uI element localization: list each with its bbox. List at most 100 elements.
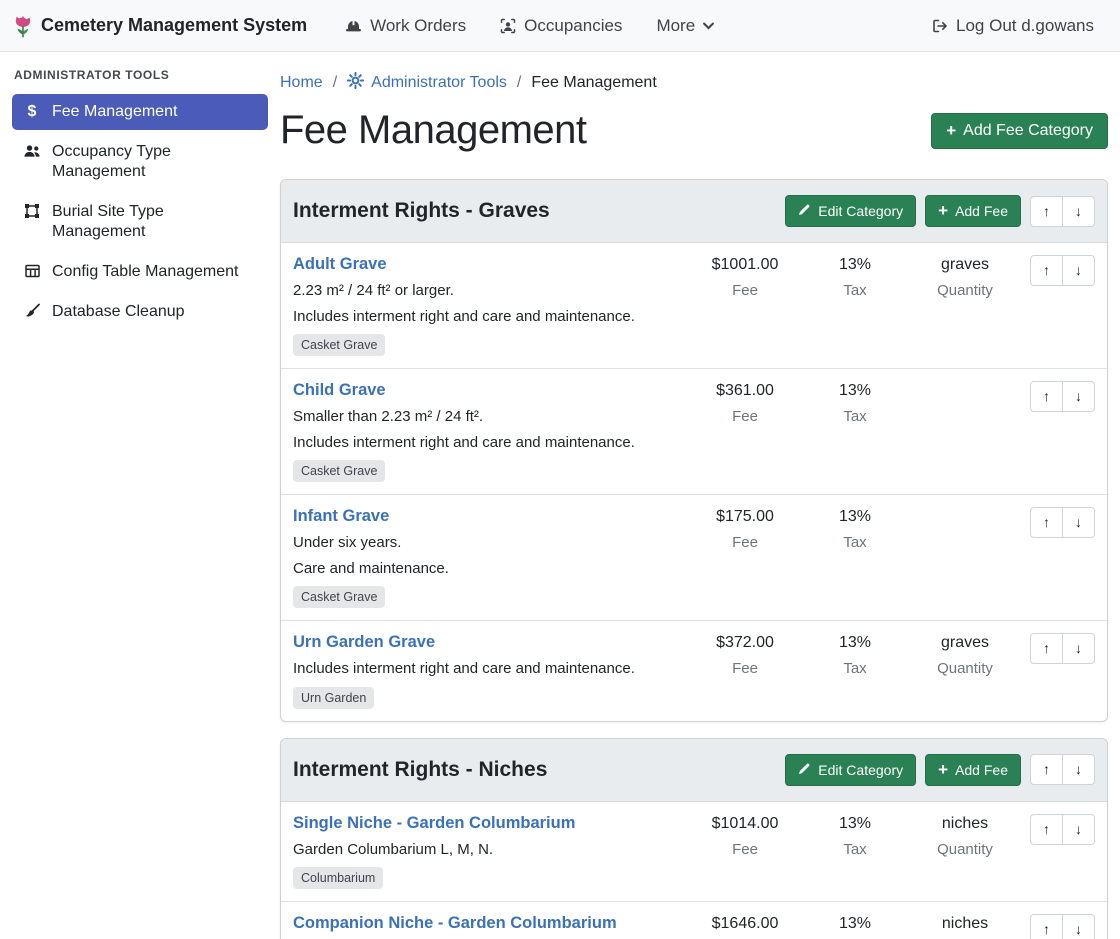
broom-icon — [22, 303, 42, 319]
breadcrumb-home-label: Home — [280, 74, 323, 92]
move-fee-down-button[interactable]: ↓ — [1062, 255, 1095, 286]
fee-tax-label: Tax — [800, 660, 910, 677]
fee-row: Adult Grave 2.23 m² / 24 ft² or larger. … — [281, 243, 1107, 368]
fee-category-card: Interment Rights - Graves Edit Category … — [280, 179, 1108, 722]
breadcrumb-admin-tools-link[interactable]: Administrator Tools — [347, 72, 507, 94]
move-fee-down-button[interactable]: ↓ — [1062, 814, 1095, 845]
plus-icon: + — [938, 763, 948, 777]
move-fee-up-button[interactable]: ↑ — [1030, 814, 1063, 845]
move-fee-down-button[interactable]: ↓ — [1062, 914, 1095, 939]
edit-category-button[interactable]: Edit Category — [785, 195, 916, 227]
add-fee-category-button[interactable]: + Add Fee Category — [931, 113, 1108, 149]
sidebar-item-label: Fee Management — [52, 102, 177, 122]
fee-type-badge: Casket Grave — [293, 460, 385, 482]
pencil-icon — [798, 762, 811, 778]
breadcrumb-admin-tools-label: Administrator Tools — [371, 74, 507, 92]
nav-occupancies[interactable]: Occupancies — [488, 8, 634, 44]
fee-amount: $1646.00 — [690, 915, 800, 934]
fee-quantity-col — [910, 381, 1020, 382]
move-category-up-button[interactable]: ↑ — [1030, 196, 1063, 227]
fee-amount: $1014.00 — [690, 815, 800, 834]
fee-amount-label: Fee — [690, 408, 800, 425]
fee-description: Under six years. — [293, 533, 682, 553]
fee-tax-col: 13% Tax — [800, 914, 910, 939]
nav-logout[interactable]: Log Out d.gowans — [919, 8, 1106, 44]
fee-row: Companion Niche - Garden Columbarium Gar… — [281, 901, 1107, 939]
fee-tax: 13% — [800, 256, 910, 275]
add-fee-button[interactable]: + Add Fee — [925, 195, 1021, 227]
fee-row: Child Grave Smaller than 2.23 m² / 24 ft… — [281, 368, 1107, 494]
app-brand[interactable]: Cemetery Management System — [14, 12, 307, 39]
table-icon — [22, 263, 42, 279]
fee-amount-label: Fee — [690, 282, 800, 299]
move-fee-up-button[interactable]: ↑ — [1030, 381, 1063, 412]
sidebar-item-config-table-management[interactable]: Config Table Management — [12, 254, 268, 290]
top-navbar: Cemetery Management System Work Orders — [0, 0, 1120, 52]
fee-name-link[interactable]: Child Grave — [293, 381, 386, 400]
fee-amount-label: Fee — [690, 534, 800, 551]
sidebar-item-label: Burial Site Type Management — [52, 202, 258, 242]
fee-description: 2.23 m² / 24 ft² or larger. — [293, 281, 682, 301]
fee-tax-label: Tax — [800, 841, 910, 858]
fee-amount: $1001.00 — [690, 256, 800, 275]
fee-quantity-label: Quantity — [910, 282, 1020, 299]
breadcrumb-home-link[interactable]: Home — [280, 74, 323, 92]
move-fee-down-button[interactable]: ↓ — [1062, 507, 1095, 538]
add-fee-label: Add Fee — [955, 762, 1008, 778]
move-fee-up-button[interactable]: ↑ — [1030, 255, 1063, 286]
page-header: Fee Management + Add Fee Category — [280, 108, 1108, 153]
category-header: Interment Rights - Graves Edit Category … — [281, 180, 1107, 243]
edit-category-button[interactable]: Edit Category — [785, 754, 916, 786]
move-fee-down-button[interactable]: ↓ — [1062, 381, 1095, 412]
fee-amount-col: $1001.00 Fee — [690, 255, 800, 299]
fee-amount-label: Fee — [690, 660, 800, 677]
person-bounding-box-icon — [500, 18, 516, 34]
category-title: Interment Rights - Graves — [293, 199, 550, 223]
main-nav: Work Orders Occupancies More — [333, 8, 726, 44]
nav-work-orders[interactable]: Work Orders — [333, 8, 478, 44]
fee-tax: 13% — [800, 634, 910, 653]
nav-more-label: More — [656, 16, 695, 36]
main-content: Home / Administrator Tools — [280, 52, 1120, 939]
sidebar-item-occupancy-type-management[interactable]: Occupancy Type Management — [12, 134, 268, 190]
sidebar-item-burial-site-type-management[interactable]: Burial Site Type Management — [12, 194, 268, 250]
fee-name-link[interactable]: Adult Grave — [293, 255, 387, 274]
fee-name-link[interactable]: Companion Niche - Garden Columbarium — [293, 914, 617, 933]
fee-amount-col: $175.00 Fee — [690, 507, 800, 551]
pencil-icon — [798, 203, 811, 219]
move-fee-up-button[interactable]: ↑ — [1030, 914, 1063, 939]
fee-tax: 13% — [800, 915, 910, 934]
gear-icon — [347, 72, 364, 94]
fee-name-link[interactable]: Single Niche - Garden Columbarium — [293, 814, 575, 833]
edit-category-label: Edit Category — [818, 762, 903, 778]
fee-row: Single Niche - Garden Columbarium Garden… — [281, 802, 1107, 902]
fee-quantity-col: niches Quantity — [910, 914, 1020, 939]
fee-tax-col: 13% Tax — [800, 255, 910, 299]
sidebar-item-label: Config Table Management — [52, 262, 239, 282]
nav-more[interactable]: More — [644, 8, 726, 44]
move-fee-down-button[interactable]: ↓ — [1062, 633, 1095, 664]
page-layout: Administrator Tools $ Fee Management Occ… — [0, 52, 1120, 939]
add-fee-label: Add Fee — [955, 203, 1008, 219]
edit-category-label: Edit Category — [818, 203, 903, 219]
fee-tax-col: 13% Tax — [800, 814, 910, 858]
move-fee-up-button[interactable]: ↑ — [1030, 633, 1063, 664]
fee-amount-col: $1014.00 Fee — [690, 814, 800, 858]
fee-type-badge: Urn Garden — [293, 687, 374, 709]
sidebar-item-database-cleanup[interactable]: Database Cleanup — [12, 294, 268, 330]
fee-tax-col: 13% Tax — [800, 633, 910, 677]
move-fee-up-button[interactable]: ↑ — [1030, 507, 1063, 538]
move-category-up-button[interactable]: ↑ — [1030, 754, 1063, 785]
fee-quantity-unit: niches — [910, 815, 1020, 834]
fee-name-link[interactable]: Infant Grave — [293, 507, 389, 526]
category-title: Interment Rights - Niches — [293, 758, 547, 782]
fee-name-link[interactable]: Urn Garden Grave — [293, 633, 435, 652]
move-category-down-button[interactable]: ↓ — [1062, 754, 1095, 785]
add-fee-button[interactable]: + Add Fee — [925, 754, 1021, 786]
plus-icon: + — [946, 124, 956, 138]
fee-quantity-label: Quantity — [910, 660, 1020, 677]
dollar-icon: $ — [22, 103, 42, 121]
sidebar-item-label: Database Cleanup — [52, 302, 185, 322]
sidebar-item-fee-management[interactable]: $ Fee Management — [12, 94, 268, 130]
move-category-down-button[interactable]: ↓ — [1062, 196, 1095, 227]
